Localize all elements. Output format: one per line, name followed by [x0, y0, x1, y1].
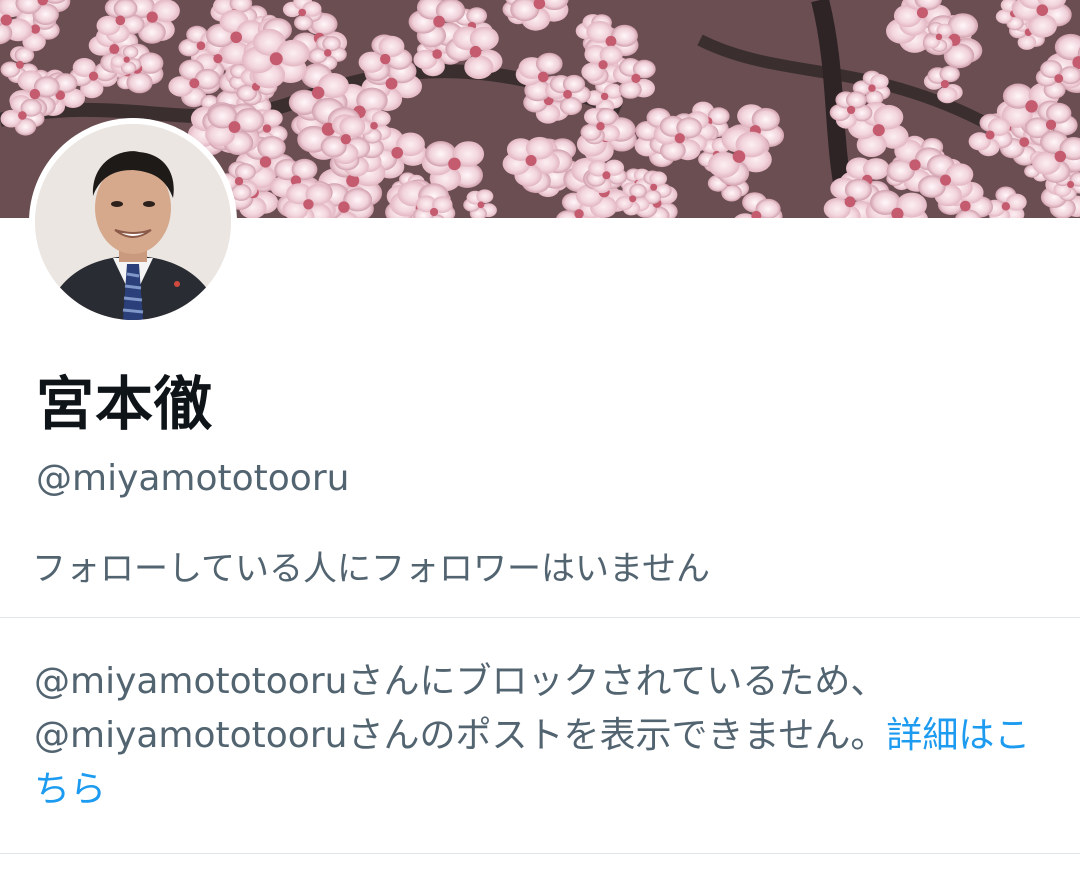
blocked-notice-line2: @miyamototooruさんのポストを表示できません。 [34, 715, 887, 756]
profile-avatar-frame[interactable] [29, 118, 237, 326]
avatar-photo [35, 124, 231, 320]
section-divider-top [0, 617, 1080, 618]
section-divider-bottom [0, 853, 1080, 854]
blocked-notice: @miyamototooruさんにブロックされているため、 @miyamotot… [34, 655, 1054, 817]
blocked-notice-line1: @miyamototooruさんにブロックされているため、 [34, 661, 887, 702]
profile-display-name: 宮本徹 [36, 370, 214, 438]
profile-handle: @miyamototooru [36, 458, 350, 499]
followers-you-know-note: フォローしている人にフォロワーはいません [32, 549, 710, 589]
profile-avatar[interactable] [35, 124, 231, 320]
